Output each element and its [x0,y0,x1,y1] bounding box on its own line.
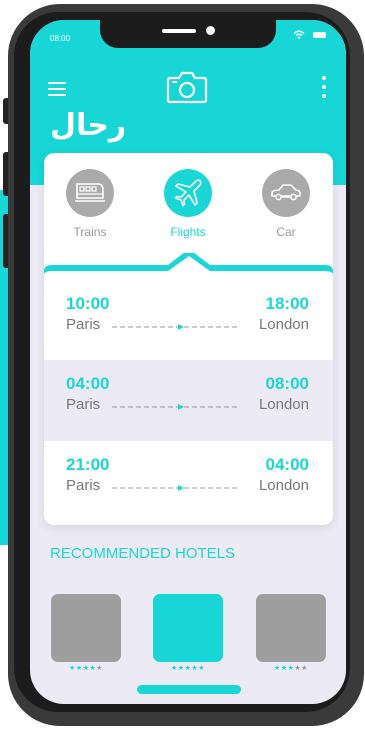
arrival-time: 04:00 [265,455,309,474]
star-icon: ★ [198,665,205,672]
departure-city: Paris [66,396,101,413]
tab-flights-label: Flights [170,225,206,239]
notch [100,20,276,48]
status-time: 08:00 [50,34,71,43]
hotel-card[interactable] [51,594,121,662]
wifi-icon [293,30,305,39]
airplane-icon [174,179,202,207]
tab-car-circle [262,169,310,217]
route-line [112,404,240,410]
route-arrow-icon [178,324,184,330]
arrival-city: London [258,316,309,333]
star-icon: ★ [96,665,103,672]
hotel-card[interactable] [153,594,223,662]
tab-car[interactable]: Car [246,169,326,239]
tab-flights[interactable]: Flights [148,169,228,239]
star-icon: ★ [75,665,83,672]
tab-trains[interactable]: Trains [50,169,130,239]
arrival-city: London [258,396,309,413]
flight-row[interactable]: 04:00 08:00 Paris London [44,360,333,441]
tab-trains-label: Trains [73,225,107,239]
star-icon: ★ [280,665,288,672]
hotel-rating: ★★★★★ [256,664,326,672]
arrival-city: London [258,477,309,494]
camera-icon[interactable] [166,70,208,104]
departure-city: Paris [66,316,101,333]
arrival-time: 08:00 [265,374,309,393]
departure-time: 04:00 [66,374,110,393]
star-icon: ★ [69,665,76,672]
star-icon: ★ [301,665,308,672]
home-indicator[interactable] [137,685,241,694]
app-screen: 08:00 رحال Trains Flights Car 10:00 18:0… [30,20,346,704]
booking-card: Trains Flights Car 10:00 18:00 Paris Lon… [44,153,333,525]
hotel-rating: ★★★★★ [51,664,121,672]
car-icon [271,184,301,201]
front-camera [206,26,215,35]
hotel-card[interactable] [256,594,326,662]
star-icon: ★ [171,665,178,672]
departure-time: 10:00 [66,294,110,313]
status-icons [293,30,326,39]
route-line [112,485,240,491]
speaker [162,29,196,33]
departure-time: 21:00 [66,455,110,474]
star-icon: ★ [177,665,185,672]
tab-flights-circle [164,169,212,217]
star-icon: ★ [274,665,281,672]
flight-row[interactable]: 10:00 18:00 Paris London [44,280,333,361]
arrival-time: 18:00 [265,294,309,313]
tab-indicator [44,253,333,283]
tab-trains-circle [66,169,114,217]
route-line [112,324,240,330]
flight-row[interactable]: 21:00 04:00 Paris London [44,441,333,522]
transport-tabs: Trains Flights Car [44,153,333,268]
hotel-rating: ★★★★★ [153,664,223,672]
route-arrow-icon [178,404,184,410]
tab-car-label: Car [276,225,296,239]
menu-icon[interactable] [48,82,66,96]
more-options-icon[interactable] [322,76,326,103]
train-icon [75,183,105,202]
battery-icon [313,31,326,38]
recommended-hotels-title: RECOMMENDED HOTELS [50,545,236,562]
departure-city: Paris [66,477,101,494]
app-logo: رحال [50,108,127,143]
route-arrow-icon [178,485,184,491]
